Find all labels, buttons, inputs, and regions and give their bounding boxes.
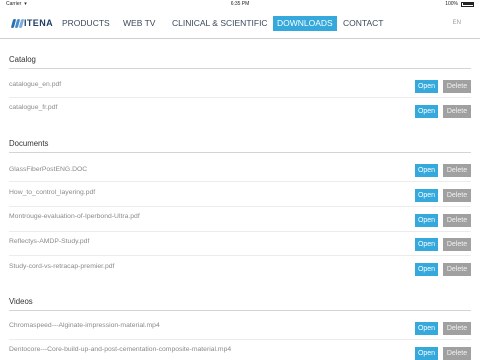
open-button[interactable]: Open: [415, 105, 438, 118]
row-divider: [9, 255, 471, 256]
file-name: Reflectys-AMDP-Study.pdf: [9, 238, 90, 245]
open-button[interactable]: Open: [415, 347, 438, 360]
file-name: catalogue_en.pdf: [9, 81, 62, 88]
section-title-documents: Documents: [9, 139, 49, 148]
delete-button[interactable]: Delete: [443, 189, 471, 202]
nav-divider: [0, 38, 480, 39]
nav-products[interactable]: PRODUCTS: [58, 16, 114, 31]
open-button[interactable]: Open: [415, 214, 438, 227]
row-divider: [9, 181, 471, 182]
delete-button[interactable]: Delete: [443, 214, 471, 227]
logo-mark-icon: [10, 18, 25, 28]
nav-clinical-scientific[interactable]: CLINICAL & SCIENTIFIC: [168, 16, 272, 31]
nav-contact[interactable]: CONTACT: [339, 16, 387, 31]
open-button[interactable]: Open: [415, 164, 438, 177]
language-selector[interactable]: EN: [453, 20, 461, 26]
delete-button[interactable]: Delete: [443, 238, 471, 251]
delete-button[interactable]: Delete: [443, 322, 471, 335]
file-name: GlassFiberPostENG.DOC: [9, 166, 88, 173]
file-name: Chromaspeed---Alginate-impression-materi…: [9, 322, 160, 329]
section-divider: [9, 152, 471, 153]
section-divider: [9, 310, 471, 311]
open-button[interactable]: Open: [415, 322, 438, 335]
section-title-videos: Videos: [9, 297, 33, 306]
delete-button[interactable]: Delete: [443, 164, 471, 177]
open-button[interactable]: Open: [415, 189, 438, 202]
status-bar: Carrier ▾ 6:35 PM 100%: [0, 0, 480, 8]
file-name: Montrouge-evaluation-of-Iperbond-Ultra.p…: [9, 213, 140, 220]
section-divider: [9, 68, 471, 69]
row-divider: [9, 231, 471, 232]
open-button[interactable]: Open: [415, 238, 438, 251]
row-divider: [9, 339, 471, 340]
file-name: Dentocore---Core-build-up-and-post-cemen…: [9, 346, 232, 353]
itena-logo[interactable]: ITENA: [10, 18, 53, 28]
status-time: 6:35 PM: [230, 1, 250, 7]
row-divider: [9, 206, 471, 207]
file-name: catalogue_fr.pdf: [9, 104, 58, 111]
delete-button[interactable]: Delete: [443, 263, 471, 276]
nav-downloads[interactable]: DOWNLOADS: [273, 16, 337, 31]
section-title-catalog: Catalog: [9, 55, 36, 64]
open-button[interactable]: Open: [415, 80, 438, 93]
file-name: Study-cord-vs-retracap-premier.pdf: [9, 263, 115, 270]
nav-web-tv[interactable]: WEB TV: [119, 16, 159, 31]
delete-button[interactable]: Delete: [443, 347, 471, 360]
delete-button[interactable]: Delete: [443, 105, 471, 118]
delete-button[interactable]: Delete: [443, 80, 471, 93]
file-name: How_to_control_layering.pdf: [9, 189, 96, 196]
top-navigation: ITENA PRODUCTS WEB TV CLINICAL & SCIENTI…: [0, 8, 480, 38]
logo-text: ITENA: [24, 18, 53, 28]
battery-percent: 100%: [445, 1, 458, 7]
battery-icon: [461, 1, 474, 7]
open-button[interactable]: Open: [415, 263, 438, 276]
row-divider: [9, 97, 471, 98]
